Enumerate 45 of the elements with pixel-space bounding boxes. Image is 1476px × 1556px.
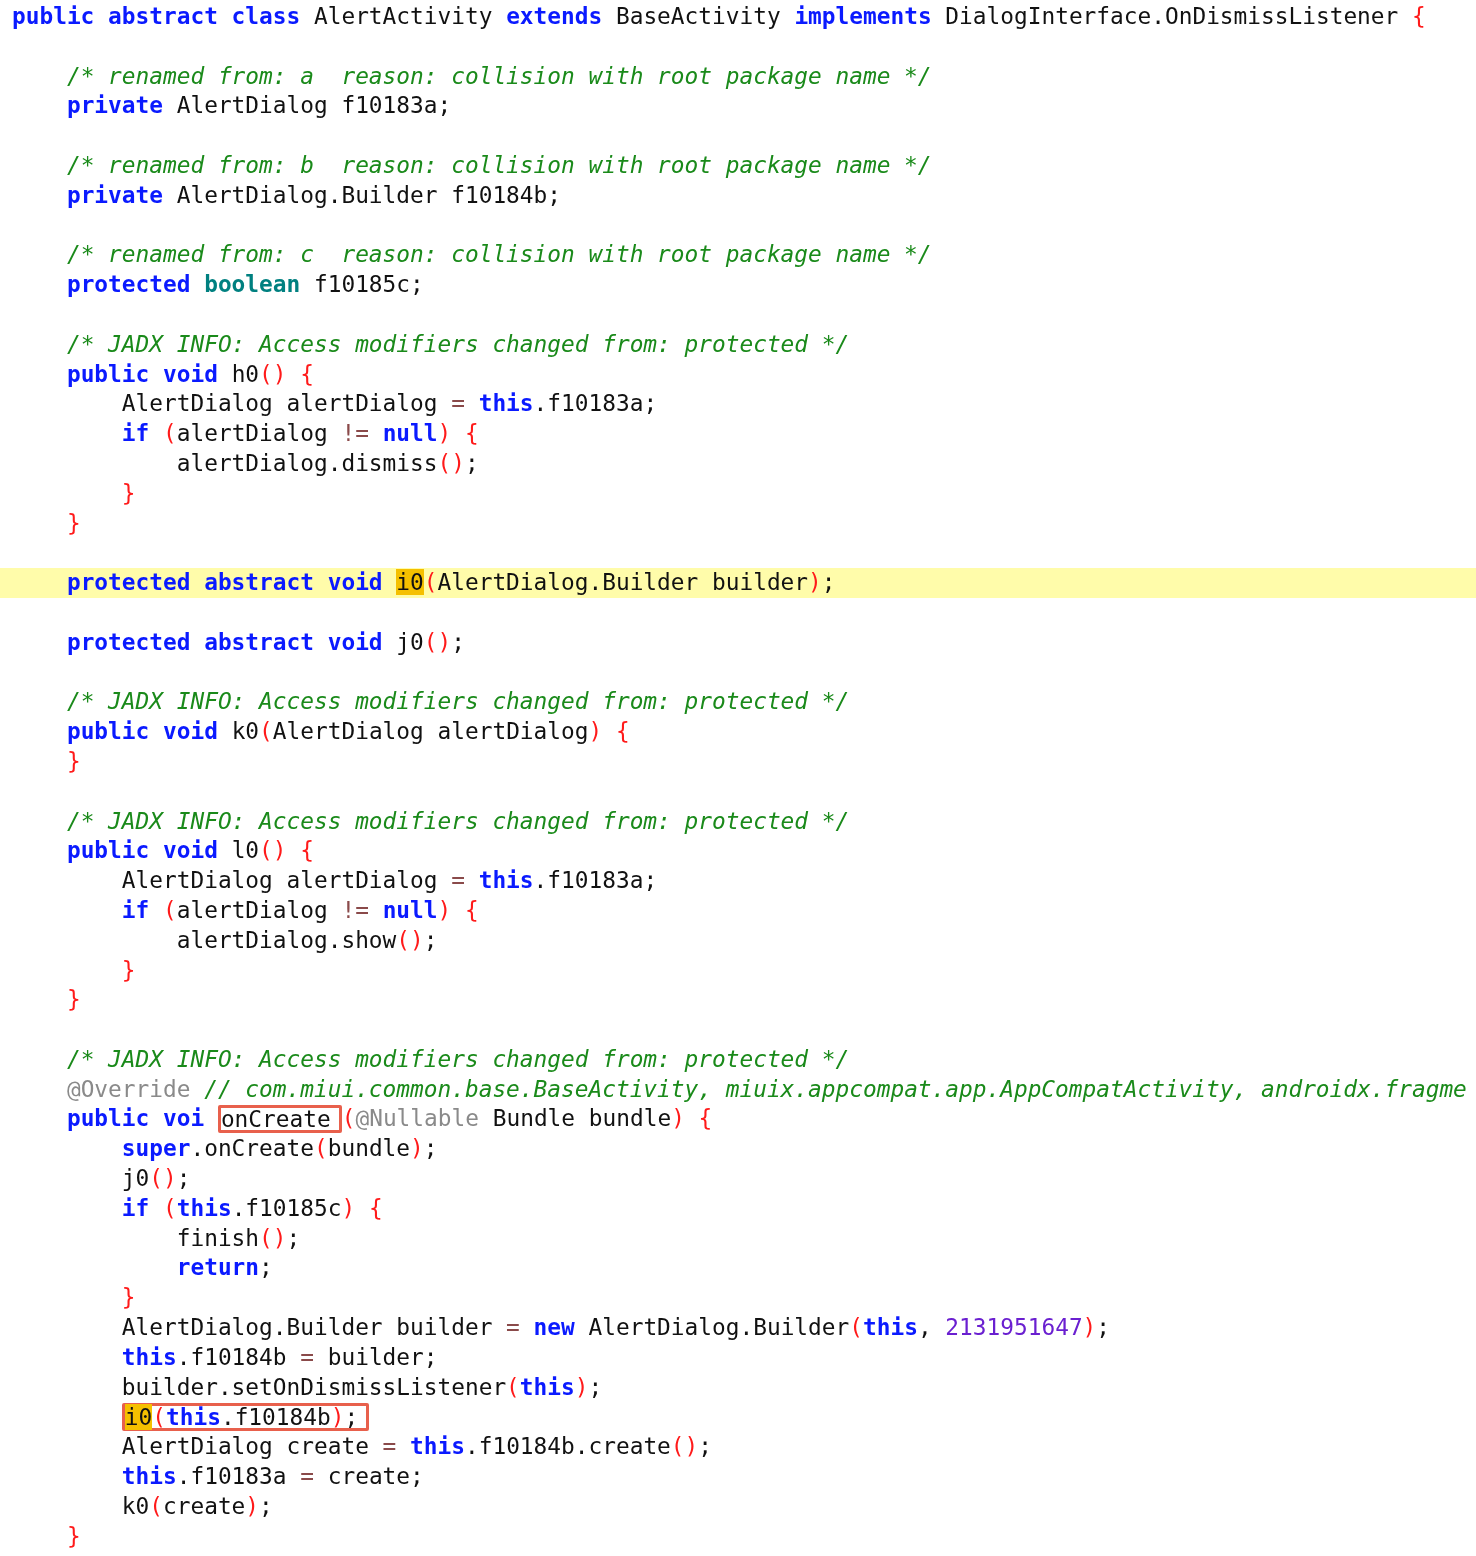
code-line: protected abstract void i0(AlertDialog.Builder builder); <box>65 568 836 598</box>
code-line: AlertDialog create = this.f10184b.create(); <box>120 1432 712 1462</box>
code-line: if (this.f10185c) { <box>120 1193 383 1223</box>
code-line: public void l0() { <box>65 836 314 866</box>
code-line: } <box>120 1283 136 1313</box>
code-line: if (alertDialog != null) { <box>120 895 479 925</box>
code-line: /* renamed from: b reason: collision with root package name */ <box>65 151 932 180</box>
code-line: protected boolean f10185c; <box>65 270 424 300</box>
code-line: /* JADX INFO: Access modifiers changed from: protected */ <box>65 1044 850 1074</box>
code-line: protected abstract void j0(); <box>65 627 465 657</box>
code-line: k0(create); <box>120 1491 273 1521</box>
code-line: } <box>65 985 81 1015</box>
code-line: } <box>65 1521 81 1551</box>
code-text: (@Nullable Bundle bundle) { <box>341 1104 713 1134</box>
code-line: j0(); <box>120 1164 191 1194</box>
code-line: alertDialog.show(); <box>175 925 438 955</box>
code-line: alertDialog.dismiss(); <box>175 448 479 478</box>
code-line: AlertDialog alertDialog = this.f10183a; <box>120 866 658 896</box>
code-line: AlertDialog alertDialog = this.f10183a; <box>120 389 658 419</box>
code-line: this.f10183a = create; <box>120 1462 424 1492</box>
code-line: private AlertDialog.Builder f10184b; <box>65 180 561 210</box>
code-line: /* JADX INFO: Access modifiers changed from: protected */ <box>65 687 850 717</box>
code-line: private AlertDialog f10183a; <box>65 91 452 121</box>
code-line: finish(); <box>175 1223 301 1253</box>
code-line: /* JADX INFO: Access modifiers changed from: protected */ <box>65 806 850 836</box>
code-line: } <box>120 955 136 985</box>
code-line: } <box>65 508 81 538</box>
code-line: builder.setOnDismissListener(this); <box>120 1372 603 1402</box>
code-line: /* JADX INFO: Access modifiers changed from: protected */ <box>65 329 850 359</box>
code-line: public void h0() { <box>65 359 314 389</box>
annotation-frame: i0(this.f10184b); <box>121 1403 370 1432</box>
code-line: this.f10184b = builder; <box>120 1342 438 1372</box>
code-line: } <box>65 746 81 776</box>
code-line: public abstract class AlertActivity extends BaseActivity implements DialogInterface.OnDismissListener { <box>12 2 1426 31</box>
code-line: if (alertDialog != null) { <box>120 419 479 449</box>
code-line: } <box>120 478 136 508</box>
code-text: public voi <box>65 1104 205 1134</box>
code-line: AlertDialog.Builder builder = new AlertDialog.Builder(this, 2131951647); <box>120 1313 1111 1343</box>
code-line: return; <box>175 1253 273 1283</box>
code-line: @Override // com.miui.common.base.BaseActivity, miuix.appcompat.app.AppCompatActivity, androidx.fragme <box>65 1074 1467 1104</box>
code-line: /* renamed from: c reason: collision with root package name */ <box>65 240 932 270</box>
code-line: public void k0(AlertDialog alertDialog) { <box>65 717 630 747</box>
annotation-frame: onCreate <box>217 1105 342 1134</box>
code-line: super.onCreate(bundle); <box>120 1134 438 1164</box>
code-line: /* renamed from: a reason: collision with root package name */ <box>65 61 932 91</box>
